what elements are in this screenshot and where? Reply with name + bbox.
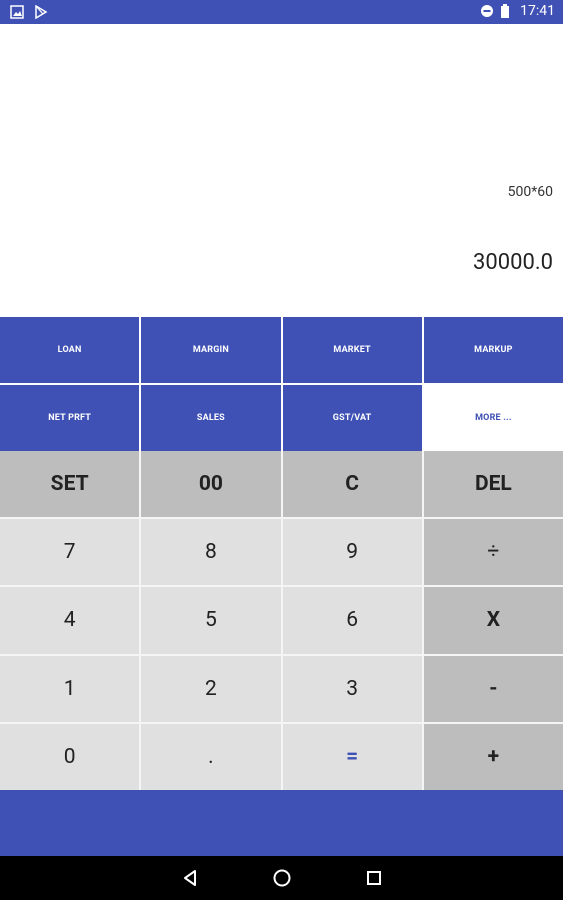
divide-key[interactable]: ÷: [423, 519, 563, 586]
key-3[interactable]: 3: [282, 655, 422, 722]
multiply-key[interactable]: X: [423, 587, 563, 654]
equals-key[interactable]: =: [282, 723, 422, 790]
margin-button[interactable]: MARGIN: [141, 317, 281, 383]
key-0[interactable]: 0: [0, 723, 140, 790]
play-store-notification-icon: [34, 4, 48, 20]
key-5[interactable]: 5: [141, 587, 281, 654]
do-not-disturb-icon: [480, 4, 494, 18]
key-9[interactable]: 9: [282, 519, 422, 586]
result-text: 30000.0: [473, 250, 553, 275]
double-zero-key[interactable]: 00: [141, 451, 281, 518]
add-key[interactable]: +: [423, 723, 563, 790]
back-icon[interactable]: [179, 867, 201, 889]
markup-button[interactable]: MARKUP: [423, 317, 563, 383]
loan-button[interactable]: LOAN: [0, 317, 140, 383]
set-key[interactable]: SET: [0, 451, 140, 518]
gst-vat-button[interactable]: GST/VAT: [282, 385, 422, 451]
image-notification-icon: [10, 4, 24, 19]
status-bar: 17:41: [0, 0, 563, 24]
sales-button[interactable]: SALES: [141, 385, 281, 451]
more-button[interactable]: MORE ...: [423, 385, 563, 451]
net-profit-button[interactable]: NET PRFT: [0, 385, 140, 451]
status-time: 17:41: [520, 3, 555, 19]
subtract-key[interactable]: -: [423, 655, 563, 722]
expression-text: 500*60: [507, 184, 553, 200]
key-6[interactable]: 6: [282, 587, 422, 654]
function-buttons: LOAN MARGIN MARKET MARKUP NET PRFT SALES…: [0, 317, 563, 451]
clear-key[interactable]: C: [282, 451, 422, 518]
bottom-banner: [0, 790, 563, 856]
delete-key[interactable]: DEL: [423, 451, 563, 518]
decimal-key[interactable]: .: [141, 723, 281, 790]
navigation-bar: [0, 856, 563, 900]
keypad: SET 00 C DEL 7 8 9 ÷ 4 5 6 X 1 2 3 - 0 .…: [0, 451, 563, 790]
recents-icon[interactable]: [363, 867, 385, 889]
home-icon[interactable]: [271, 867, 293, 889]
key-7[interactable]: 7: [0, 519, 140, 586]
battery-icon: [500, 4, 514, 18]
key-1[interactable]: 1: [0, 655, 140, 722]
calculator-display: 500*60 30000.0: [0, 24, 563, 317]
key-8[interactable]: 8: [141, 519, 281, 586]
key-4[interactable]: 4: [0, 587, 140, 654]
key-2[interactable]: 2: [141, 655, 281, 722]
market-button[interactable]: MARKET: [282, 317, 422, 383]
